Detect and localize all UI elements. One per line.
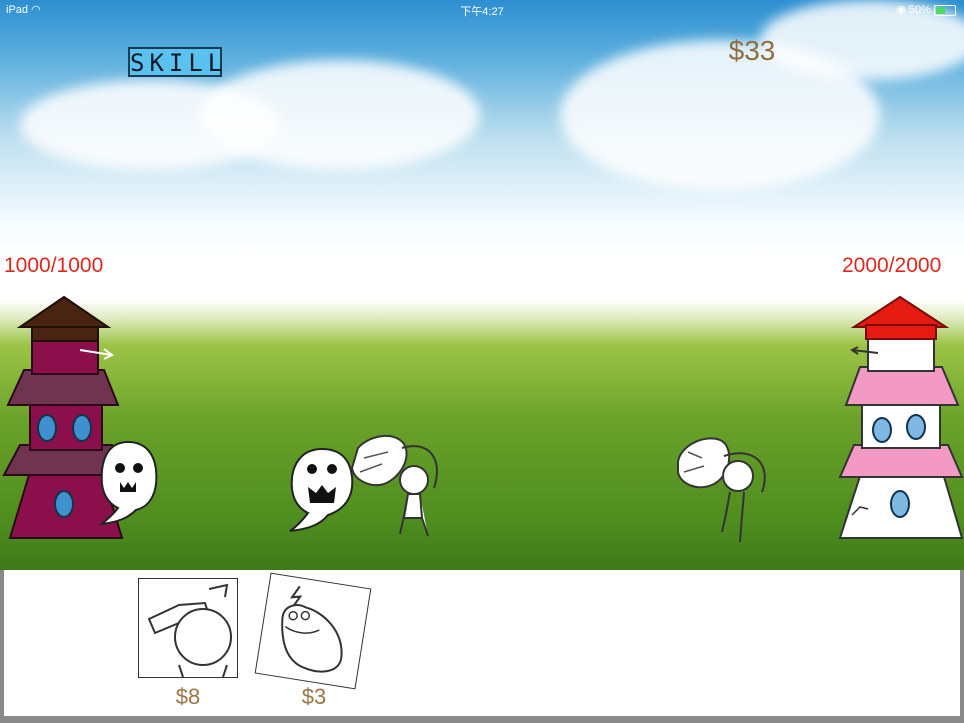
frog-icon: [281, 585, 343, 673]
left-tower-hp: 1000/1000: [4, 254, 104, 277]
battlefield: iPad ◠ 下午4:27 ◉ 50% SKILL $33 1000/1000 …: [0, 0, 964, 570]
swordsman-price: $8: [175, 684, 201, 709]
skill-button[interactable]: SKILL: [128, 47, 222, 77]
swordsman-card[interactable]: [138, 578, 238, 678]
status-bar: iPad ◠ 下午4:27 ◉ 50%: [0, 0, 964, 20]
swordsman-unit: [350, 434, 439, 537]
money-counter: $33: [728, 35, 776, 66]
ghost-enemy: [99, 440, 158, 526]
battery-icon: [934, 4, 956, 16]
orientation-lock-icon: ◉: [896, 4, 906, 16]
frog-price: $3: [301, 684, 327, 709]
ghost-enemy: [289, 447, 354, 532]
swordsman-icon: [147, 583, 232, 678]
cloud: [200, 60, 480, 170]
clock: 下午4:27: [460, 6, 504, 18]
frog-unit: [677, 437, 766, 543]
unit-shop-panel: $8 $3: [4, 570, 960, 716]
right-tower-hp: 2000/2000: [842, 254, 942, 277]
frog-card[interactable]: [254, 572, 372, 690]
right-tower: [838, 295, 964, 539]
battery-status: ◉ 50%: [896, 3, 956, 16]
